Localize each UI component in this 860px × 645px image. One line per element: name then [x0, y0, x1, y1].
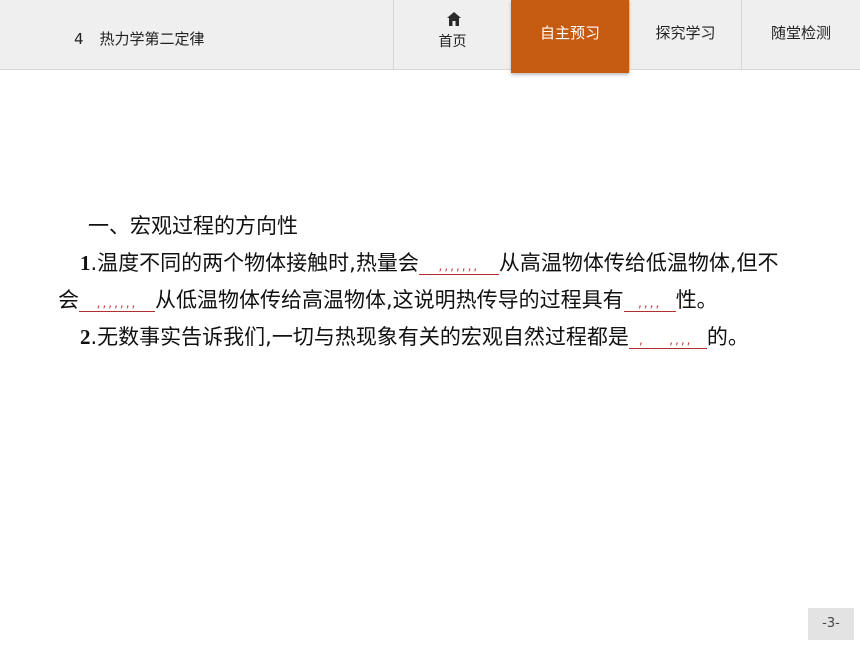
answer-blank[interactable]: ,,,, [623, 295, 676, 312]
answer-blank[interactable]: , [628, 332, 655, 349]
answer-blank[interactable]: ,,,,,,, [418, 258, 499, 275]
tab-self-study[interactable]: 自主预习 [511, 0, 629, 73]
home-button-label: 首页 [438, 34, 467, 50]
answer-blank[interactable]: ,,,,,,, [79, 295, 155, 312]
section-heading: 一、宏观过程的方向性 [88, 214, 298, 238]
question-2: 2.无数事实告诉我们,一切与热现象有关的宏观自然过程都是,,,,, 的。 [58, 319, 798, 356]
question-1-text-d: 性。 [675, 288, 718, 312]
home-button[interactable]: 首页 [393, 0, 511, 70]
question-1-text-c: 从低温物体传给高温物体,这说明热传导的过程具有 [155, 288, 624, 312]
slide-content: 一、宏观过程的方向性 1.温度不同的两个物体接触时,热量会,,,,,,, 从高温物… [58, 208, 798, 356]
lesson-title: 4 热力学第二定律 [74, 30, 205, 48]
tab-inquiry-learning[interactable]: 探究学习 [629, 0, 741, 70]
question-2-index: 2 [80, 325, 91, 349]
tab-class-test[interactable]: 随堂检测 [741, 0, 860, 70]
answer-blank[interactable]: ,,,, [654, 332, 707, 349]
lesson-title-text: 热力学第二定律 [99, 30, 205, 48]
lesson-number: 4 [74, 30, 84, 48]
tab-self-study-label: 自主预习 [539, 24, 600, 42]
question-2-text-a: .无数事实告诉我们,一切与热现象有关的宏观自然过程都是 [90, 325, 629, 349]
home-icon [447, 12, 461, 26]
question-2-text-b: 的。 [706, 325, 749, 349]
question-1-text-a: .温度不同的两个物体接触时,热量会 [90, 251, 419, 275]
tab-inquiry-learning-label: 探究学习 [655, 24, 716, 42]
page-number: -3- [808, 608, 854, 640]
tab-class-test-label: 随堂检测 [770, 24, 831, 42]
question-1-index: 1 [80, 251, 91, 275]
top-navigation-bar: 4 热力学第二定律 首页 自主预习 探究学习 随堂检测 [0, 0, 860, 73]
question-1: 1.温度不同的两个物体接触时,热量会,,,,,,, 从高温物体传给低温物体,但不会… [58, 245, 798, 319]
